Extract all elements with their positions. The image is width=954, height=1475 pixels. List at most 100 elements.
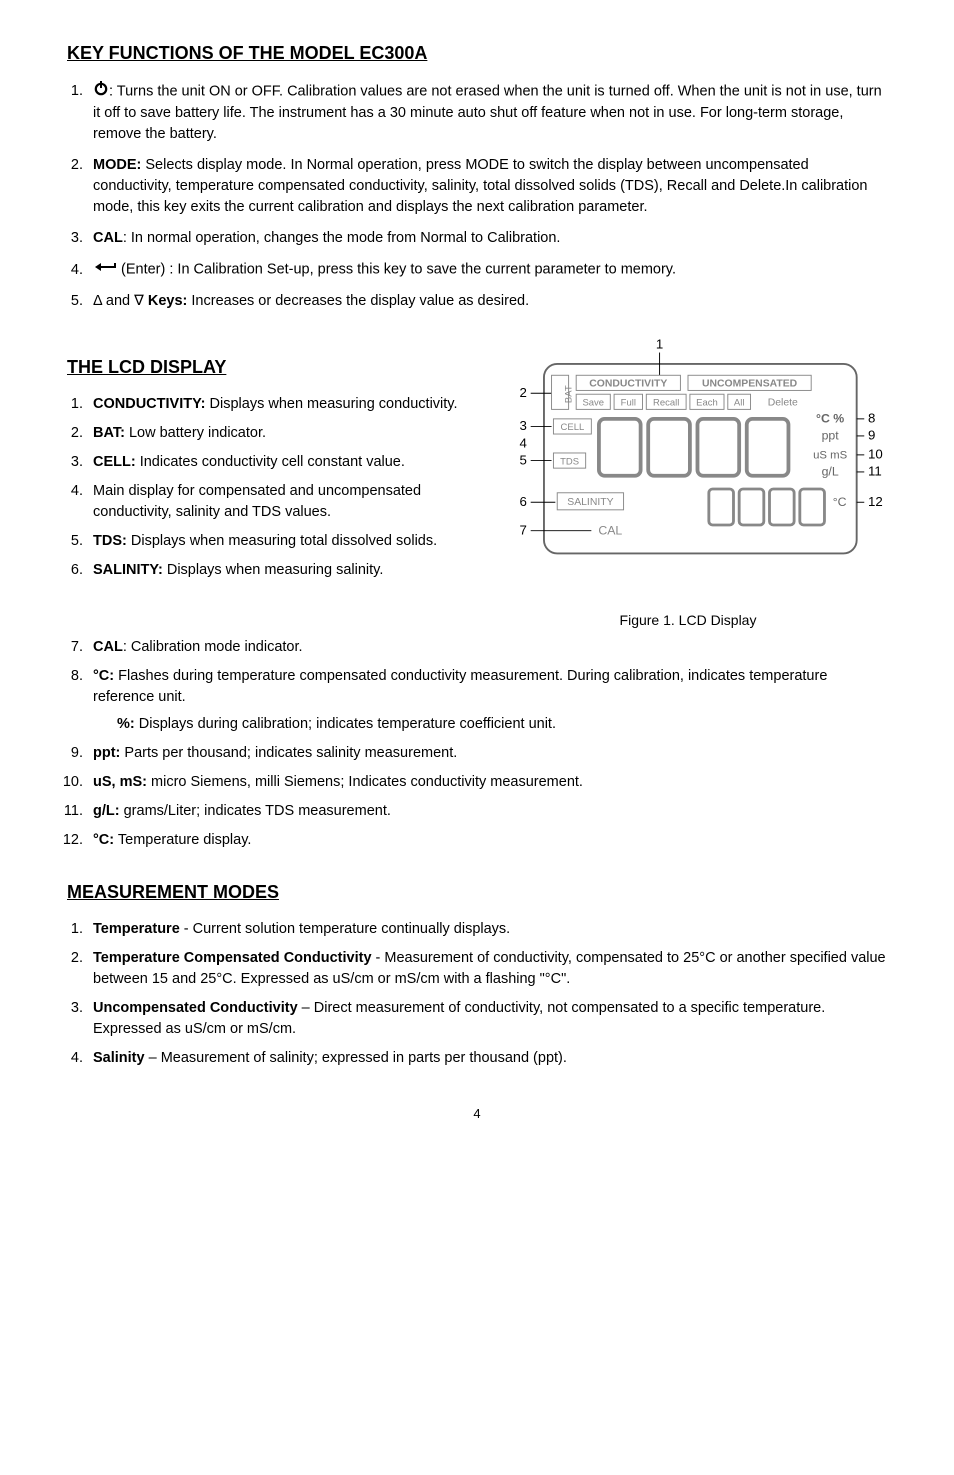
svg-text:Recall: Recall xyxy=(653,398,679,409)
item-lead: °C: xyxy=(93,668,114,684)
svg-text:Full: Full xyxy=(621,398,636,409)
item-lead: CAL xyxy=(93,639,123,655)
item-text: Indicates conductivity cell constant val… xyxy=(136,454,405,470)
item-lead: Temperature Compensated Conductivity xyxy=(93,950,372,966)
lcd-display-list-bottom: CAL: Calibration mode indicator. °C: Fla… xyxy=(67,637,887,851)
item-text: Increases or decreases the display value… xyxy=(187,293,529,309)
enter-icon xyxy=(93,259,117,280)
list-item: uS, mS: micro Siemens, milli Siemens; In… xyxy=(87,772,887,793)
list-item: Temperature - Current solution temperatu… xyxy=(87,919,887,940)
item-text: Displays when measuring salinity. xyxy=(163,562,384,578)
list-item: CELL: Indicates conductivity cell consta… xyxy=(87,452,465,473)
svg-text:CELL: CELL xyxy=(561,422,585,433)
item-text: Low battery indicator. xyxy=(125,425,266,441)
item-lead: SALINITY: xyxy=(93,562,163,578)
heading-lcd-display: THE LCD DISPLAY xyxy=(67,354,465,380)
svg-text:All: All xyxy=(734,398,745,409)
svg-text:8: 8 xyxy=(868,411,875,426)
item-lead: MODE: xyxy=(93,157,141,173)
svg-text:1: 1 xyxy=(656,337,663,352)
svg-text:2: 2 xyxy=(520,385,527,400)
lcd-display-list-left: CONDUCTIVITY: Displays when measuring co… xyxy=(67,394,465,581)
list-item: Main display for compensated and uncompe… xyxy=(87,481,465,523)
svg-text:Save: Save xyxy=(582,398,604,409)
svg-text:°C %: °C % xyxy=(816,412,844,426)
item-text: Main display for compensated and uncompe… xyxy=(93,483,421,520)
heading-key-functions: KEY FUNCTIONS OF THE MODEL EC300A xyxy=(67,40,887,66)
item-pre: Δ and ∇ xyxy=(93,293,148,309)
item-lead: Temperature xyxy=(93,921,180,937)
item-lead: CONDUCTIVITY: xyxy=(93,396,206,412)
item-sub-text: Displays during calibration; indicates t… xyxy=(135,716,556,732)
item-text: : Calibration mode indicator. xyxy=(123,639,303,655)
svg-text:UNCOMPENSATED: UNCOMPENSATED xyxy=(702,379,798,390)
item-text: Displays when measuring total dissolved … xyxy=(127,533,437,549)
item-lead: ppt: xyxy=(93,745,120,761)
item-text: : In normal operation, changes the mode … xyxy=(123,230,561,246)
list-item: : Turns the unit ON or OFF. Calibration … xyxy=(87,80,887,145)
list-item: Uncompensated Conductivity – Direct meas… xyxy=(87,998,887,1040)
list-item: Salinity – Measurement of salinity; expr… xyxy=(87,1048,887,1069)
item-lead: uS, mS: xyxy=(93,774,147,790)
item-text: (Enter) : In Calibration Set-up, press t… xyxy=(117,262,676,278)
list-item: SALINITY: Displays when measuring salini… xyxy=(87,560,465,581)
list-item: CAL: In normal operation, changes the mo… xyxy=(87,228,887,249)
list-item: CONDUCTIVITY: Displays when measuring co… xyxy=(87,394,465,415)
item-text: micro Siemens, milli Siemens; Indicates … xyxy=(147,774,583,790)
item-text: Temperature display. xyxy=(114,832,251,848)
item-lead: Uncompensated Conductivity xyxy=(93,1000,298,1016)
item-text: : Turns the unit ON or OFF. Calibration … xyxy=(93,83,882,142)
item-text: – Measurement of salinity; expressed in … xyxy=(145,1050,567,1066)
list-item: MODE: Selects display mode. In Normal op… xyxy=(87,155,887,218)
list-item: Δ and ∇ Keys: Increases or decreases the… xyxy=(87,291,887,312)
power-icon xyxy=(93,80,109,103)
svg-text:9: 9 xyxy=(868,428,875,443)
lcd-display-figure: 2 3 4 5 6 7 1 8 9 10 11 12 xyxy=(489,326,887,591)
svg-text:BAT: BAT xyxy=(563,385,574,403)
item-lead: TDS: xyxy=(93,533,127,549)
list-item: TDS: Displays when measuring total disso… xyxy=(87,531,465,552)
svg-text:10: 10 xyxy=(868,447,883,462)
item-text: grams/Liter; indicates TDS measurement. xyxy=(120,803,391,819)
item-lead: Salinity xyxy=(93,1050,145,1066)
item-lead: °C: xyxy=(93,832,114,848)
item-text: - Current solution temperature continual… xyxy=(180,921,510,937)
svg-text:6: 6 xyxy=(520,494,527,509)
svg-text:CONDUCTIVITY: CONDUCTIVITY xyxy=(589,379,667,390)
svg-text:ppt: ppt xyxy=(822,429,840,443)
item-text: Parts per thousand; indicates salinity m… xyxy=(120,745,457,761)
svg-text:CAL: CAL xyxy=(598,524,622,538)
list-item: BAT: Low battery indicator. xyxy=(87,423,465,444)
item-lead: CELL: xyxy=(93,454,136,470)
item-lead: BAT: xyxy=(93,425,125,441)
svg-text:3: 3 xyxy=(520,418,527,433)
measurement-modes-list: Temperature - Current solution temperatu… xyxy=(67,919,887,1069)
item-text: Flashes during temperature compensated c… xyxy=(93,668,827,705)
item-lead: g/L: xyxy=(93,803,120,819)
list-item: g/L: grams/Liter; indicates TDS measurem… xyxy=(87,801,887,822)
svg-text:Delete: Delete xyxy=(768,398,798,409)
key-functions-list: : Turns the unit ON or OFF. Calibration … xyxy=(67,80,887,311)
svg-text:7: 7 xyxy=(520,523,527,538)
svg-text:g/L: g/L xyxy=(822,465,839,479)
list-item: Temperature Compensated Conductivity - M… xyxy=(87,948,887,990)
item-sub-lead: %: xyxy=(117,716,135,732)
list-item: (Enter) : In Calibration Set-up, press t… xyxy=(87,259,887,280)
svg-text:12: 12 xyxy=(868,494,883,509)
item-lead: CAL xyxy=(93,230,123,246)
list-item: CAL: Calibration mode indicator. xyxy=(87,637,887,658)
svg-text:TDS: TDS xyxy=(560,456,579,467)
svg-text:Each: Each xyxy=(696,398,718,409)
item-lead: Keys: xyxy=(148,293,188,309)
svg-text:5: 5 xyxy=(520,452,527,467)
heading-measurement-modes: MEASUREMENT MODES xyxy=(67,879,887,905)
list-item: ppt: Parts per thousand; indicates salin… xyxy=(87,743,887,764)
svg-text:4: 4 xyxy=(520,435,527,450)
item-text: Displays when measuring conductivity. xyxy=(206,396,458,412)
svg-text:uS mS: uS mS xyxy=(813,450,848,462)
item-text: Selects display mode. In Normal operatio… xyxy=(93,157,868,215)
figure-caption: Figure 1. LCD Display xyxy=(489,610,887,630)
svg-text:11: 11 xyxy=(868,464,882,479)
page-number: 4 xyxy=(67,1105,887,1124)
svg-text:°C: °C xyxy=(833,495,847,509)
